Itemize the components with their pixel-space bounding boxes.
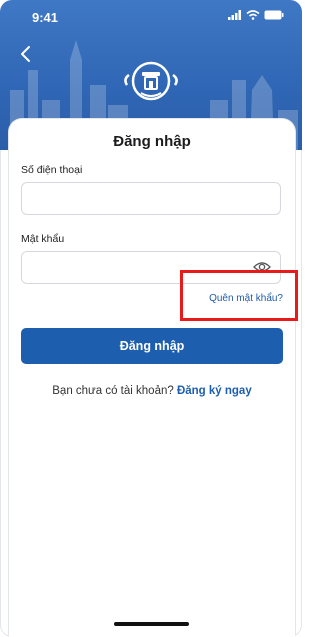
status-bar: 9:41: [0, 0, 302, 34]
password-label: Mật khẩu: [21, 233, 65, 245]
phone-input[interactable]: [21, 182, 281, 215]
wifi-icon: [246, 10, 260, 20]
login-card: Đăng nhập Số điện thoại Mật khẩu Quên mậ…: [8, 118, 296, 637]
signal-icon: [228, 10, 241, 20]
register-prompt: Bạn chưa có tài khoản? Đăng ký ngay: [9, 385, 295, 397]
phone-screen: 9:41 Đăng nhập Số điện thoại Mật khẩu Qu…: [0, 0, 302, 637]
register-link[interactable]: Đăng ký ngay: [177, 385, 252, 397]
status-time: 9:41: [32, 10, 59, 25]
back-arrow-icon[interactable]: [16, 44, 36, 64]
login-button[interactable]: Đăng nhập: [21, 328, 283, 364]
no-account-text: Bạn chưa có tài khoản?: [52, 385, 177, 397]
home-indicator: [114, 622, 189, 626]
highlight-box: [180, 270, 298, 321]
page-title: Đăng nhập: [113, 133, 191, 150]
status-icons: [228, 10, 284, 20]
battery-icon: [264, 10, 284, 20]
hanoi-emblem-logo: [124, 61, 178, 101]
phone-label: Số điện thoại: [21, 164, 83, 176]
